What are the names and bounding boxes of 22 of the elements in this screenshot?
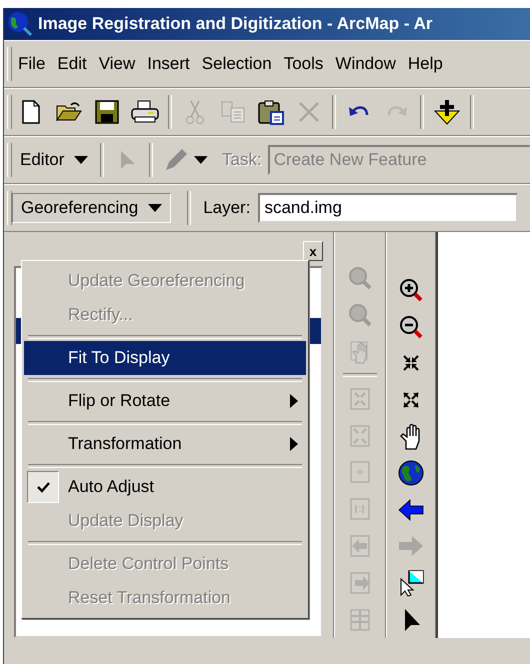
menu-item[interactable]: Window (329, 54, 402, 74)
caret-icon (148, 204, 162, 212)
menu-item[interactable]: Edit (51, 54, 93, 74)
menu-item[interactable]: File (12, 54, 52, 74)
menu-item[interactable]: Auto Adjust (24, 470, 306, 504)
window-title: Image Registration and Digitization - ArcMap - Ar (38, 14, 432, 34)
task-label: Task: (222, 150, 262, 170)
menu-item[interactable]: Fit To Display (24, 341, 306, 375)
menu-item[interactable]: Flip or Rotate (24, 384, 306, 418)
globe-magnifier-icon (6, 10, 34, 38)
editor-menu-button[interactable]: Editor (12, 144, 96, 176)
menu-item[interactable]: Insert (141, 54, 196, 74)
caret-icon[interactable] (194, 156, 208, 164)
layer-dropdown[interactable]: scand.img (258, 193, 518, 223)
menu-item[interactable]: Transformation (24, 427, 306, 461)
menu-item[interactable]: Help (402, 54, 449, 74)
menu-item[interactable]: Tools (278, 54, 330, 74)
menu-item[interactable]: Selection (196, 54, 278, 74)
caret-icon (74, 156, 88, 164)
layer-label: Layer: (203, 198, 250, 218)
menu-item[interactable]: View (92, 54, 142, 74)
georeferencing-menu-button[interactable]: Georeferencing (12, 193, 172, 223)
